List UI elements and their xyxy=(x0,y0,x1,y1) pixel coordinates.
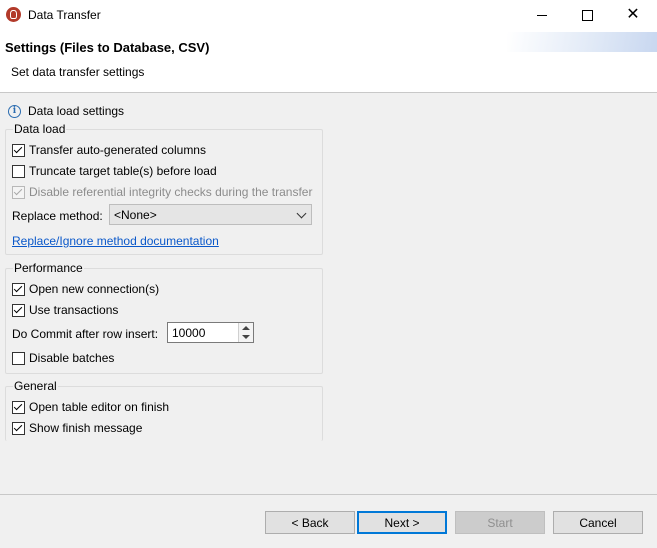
transfer-auto-generated-checkbox[interactable]: Transfer auto-generated columns xyxy=(12,143,206,157)
commit-rows-spinner[interactable]: 10000 xyxy=(167,322,254,343)
checkbox-box[interactable] xyxy=(12,303,25,317)
data-load-group: Data load Transfer auto-generated column… xyxy=(5,122,323,255)
chevron-down-icon xyxy=(296,208,307,219)
title-bar: Data Transfer ✕ xyxy=(0,0,657,30)
checkbox-box[interactable] xyxy=(12,421,25,435)
replace-method-label-text: Replace method: xyxy=(12,209,103,223)
checkbox-box[interactable] xyxy=(12,400,25,414)
open-table-editor-checkbox[interactable]: Open table editor on finish xyxy=(12,400,169,414)
close-button[interactable]: ✕ xyxy=(610,0,656,30)
page-subtitle: Set data transfer settings xyxy=(11,65,145,79)
replace-method-label: Replace method: xyxy=(12,209,103,223)
checkbox-label: Truncate target table(s) before load xyxy=(29,164,217,178)
replace-method-value: <None> xyxy=(114,208,157,222)
back-button[interactable]: < Back xyxy=(265,511,355,534)
minimize-button[interactable] xyxy=(519,0,565,30)
checkbox-label: Disable referential integrity checks dur… xyxy=(29,185,313,199)
maximize-icon xyxy=(581,9,593,21)
checkbox-label: Show finish message xyxy=(29,421,143,435)
start-button: Start xyxy=(455,511,545,534)
disable-batches-checkbox[interactable]: Disable batches xyxy=(12,351,114,365)
show-finish-message-checkbox[interactable]: Show finish message xyxy=(12,421,142,435)
checkbox-label: Use transactions xyxy=(29,303,119,317)
window-title: Data Transfer xyxy=(28,8,101,22)
general-group: General Open table editor on finish Show… xyxy=(5,379,323,441)
checkbox-label: Open table editor on finish xyxy=(29,400,170,414)
commit-rows-value: 10000 xyxy=(172,326,206,340)
wizard-header: Settings (Files to Database, CSV) Set da… xyxy=(0,30,657,93)
performance-group: Performance Open new connection(s) Use t… xyxy=(5,261,323,374)
footer-divider xyxy=(0,494,657,495)
checkbox-label: Disable batches xyxy=(29,351,115,365)
commit-label-text: Do Commit after row insert: xyxy=(12,327,159,341)
app-logo-icon xyxy=(6,7,21,22)
cancel-button[interactable]: Cancel xyxy=(553,511,643,534)
checkbox-box[interactable] xyxy=(12,143,25,157)
truncate-target-checkbox[interactable]: Truncate target table(s) before load xyxy=(12,164,217,178)
checkbox-box[interactable] xyxy=(12,282,25,296)
replace-method-doc-link[interactable]: Replace/Ignore method documentation xyxy=(12,234,219,248)
checkbox-label: Open new connection(s) xyxy=(29,282,160,296)
checkbox-label: Transfer auto-generated columns xyxy=(29,143,206,157)
next-button[interactable]: Next > xyxy=(357,511,447,534)
checkbox-box[interactable] xyxy=(12,164,25,178)
section-header: i Data load settings xyxy=(8,104,124,118)
spinner-down-icon[interactable] xyxy=(242,335,250,339)
commit-label: Do Commit after row insert: xyxy=(12,327,158,341)
spinner-up-icon[interactable] xyxy=(242,326,250,330)
open-new-connections-checkbox[interactable]: Open new connection(s) xyxy=(12,282,159,296)
header-decoration xyxy=(507,32,657,52)
group-title-general: General xyxy=(13,379,58,393)
group-title-data-load: Data load xyxy=(13,122,67,136)
page-title: Settings (Files to Database, CSV) xyxy=(5,40,210,55)
spinner-buttons xyxy=(238,323,253,342)
section-title: Data load settings xyxy=(28,104,125,118)
info-icon: i xyxy=(8,104,21,118)
group-title-performance: Performance xyxy=(13,261,84,275)
disable-integrity-checkbox: Disable referential integrity checks dur… xyxy=(12,185,312,199)
use-transactions-checkbox[interactable]: Use transactions xyxy=(12,303,118,317)
close-icon: ✕ xyxy=(626,6,640,23)
checkbox-box[interactable] xyxy=(12,351,25,365)
maximize-button[interactable] xyxy=(564,0,610,30)
checkbox-box xyxy=(12,185,25,199)
replace-method-select[interactable]: <None> xyxy=(109,204,312,225)
minimize-icon xyxy=(537,14,547,16)
